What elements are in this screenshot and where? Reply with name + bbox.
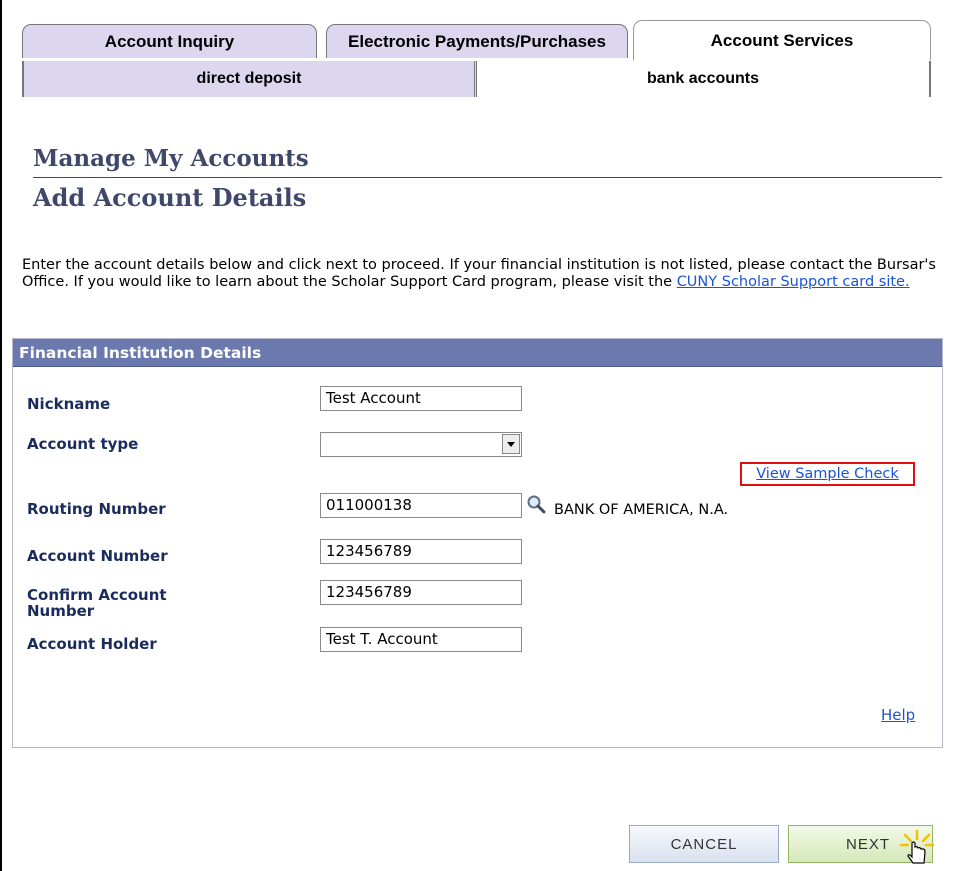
title-divider bbox=[33, 177, 942, 178]
hand-cursor-icon bbox=[897, 829, 937, 865]
routing-number-label: Routing Number bbox=[27, 500, 166, 518]
view-sample-check-link[interactable]: View Sample Check bbox=[740, 462, 915, 486]
tab-account-services[interactable]: Account Services bbox=[633, 20, 931, 60]
confirm-account-label: Confirm Account Number bbox=[27, 586, 167, 620]
confirm-account-field[interactable]: 123456789 bbox=[320, 580, 522, 605]
nickname-field[interactable]: Test Account bbox=[320, 386, 522, 411]
account-holder-field[interactable]: Test T. Account bbox=[320, 627, 522, 652]
cancel-button[interactable]: CANCEL bbox=[629, 825, 779, 863]
tab-account-inquiry[interactable]: Account Inquiry bbox=[22, 24, 317, 58]
help-link[interactable]: Help bbox=[881, 706, 915, 724]
account-type-select[interactable] bbox=[320, 432, 522, 457]
nickname-label: Nickname bbox=[27, 395, 111, 413]
page-subtitle: Add Account Details bbox=[33, 183, 307, 212]
magnifier-icon[interactable] bbox=[526, 494, 546, 514]
tab-electronic-payments[interactable]: Electronic Payments/Purchases bbox=[326, 24, 628, 58]
account-number-field[interactable]: 123456789 bbox=[320, 539, 522, 564]
routing-number-field[interactable]: 011000138 bbox=[320, 493, 522, 518]
subtab-bank-accounts[interactable]: bank accounts bbox=[477, 61, 931, 97]
financial-institution-groupbox: Financial Institution Details Nickname T… bbox=[12, 338, 943, 748]
page-title: Manage My Accounts bbox=[33, 145, 309, 172]
bank-name-text: BANK OF AMERICA, N.A. bbox=[554, 502, 729, 518]
account-number-label: Account Number bbox=[27, 547, 168, 565]
groupbox-header: Financial Institution Details bbox=[13, 339, 942, 367]
window-left-border bbox=[0, 0, 2, 871]
scholar-support-link[interactable]: CUNY Scholar Support card site. bbox=[677, 274, 910, 290]
dropdown-arrow-icon[interactable] bbox=[502, 434, 520, 454]
account-holder-label: Account Holder bbox=[27, 635, 157, 653]
subtab-direct-deposit[interactable]: direct deposit bbox=[22, 61, 477, 97]
account-type-label: Account type bbox=[27, 435, 139, 453]
intro-paragraph: Enter the account details below and clic… bbox=[22, 257, 940, 291]
